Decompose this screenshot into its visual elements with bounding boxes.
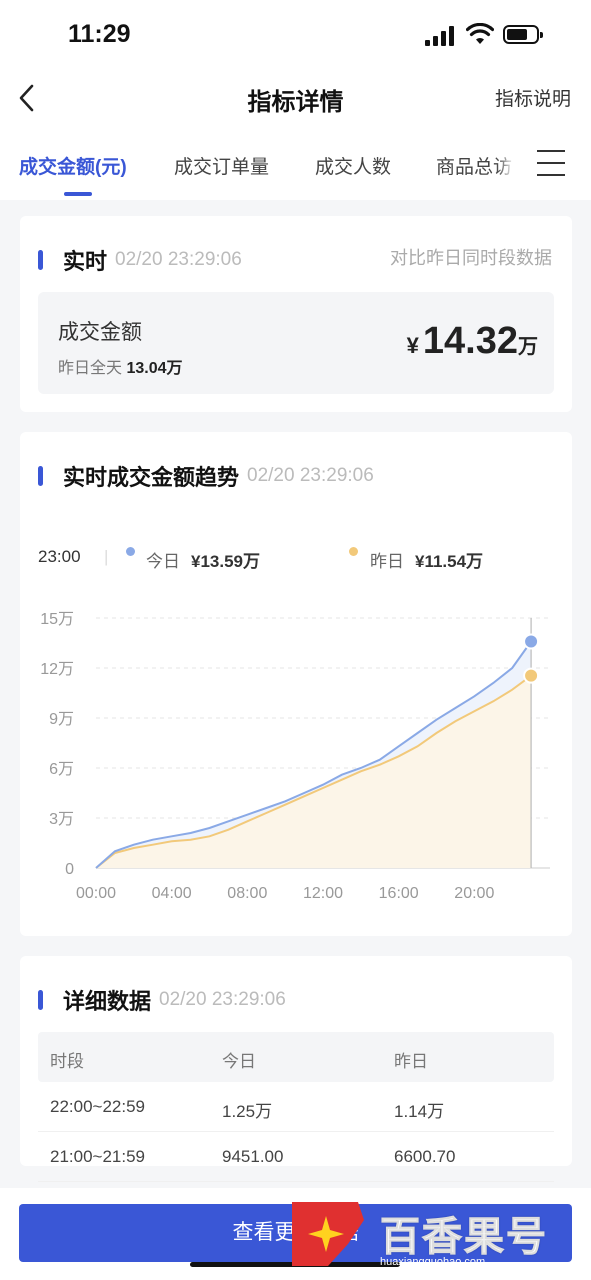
header-today: 今日 bbox=[222, 1052, 256, 1071]
metric-tabs: 成交金额(元) 成交订单量 成交人数 商品总访 bbox=[0, 126, 591, 200]
y-tick-label: 0 bbox=[65, 861, 74, 878]
trend-title: 实时成交金额趋势 bbox=[63, 465, 240, 490]
battery-icon bbox=[503, 25, 543, 44]
y-tick-label: 6万 bbox=[49, 761, 74, 778]
table-row: 22:00~22:59 1.25万 1.14万 bbox=[38, 1082, 554, 1132]
trend-card: 实时成交金额趋势 02/20 23:29:06 23:00 | 今日 ¥13.5… bbox=[20, 432, 572, 936]
x-tick-label: 08:00 bbox=[227, 885, 267, 902]
detail-time: 02/20 23:29:06 bbox=[159, 989, 286, 1010]
detail-card: 详细数据 02/20 23:29:06 时段 今日 昨日 22:00~22:59… bbox=[20, 956, 572, 1182]
realtime-header: 实时 02/20 23:29:06 bbox=[38, 244, 242, 276]
active-tab-indicator bbox=[64, 192, 92, 196]
status-time: 11:29 bbox=[68, 20, 131, 48]
metric-number: 14.32 bbox=[422, 320, 518, 362]
realtime-title: 实时 bbox=[63, 249, 108, 274]
section-marker bbox=[38, 990, 43, 1010]
tab-orders[interactable]: 成交订单量 bbox=[174, 152, 269, 179]
metric-unit: 万 bbox=[518, 336, 538, 358]
x-tick-label: 16:00 bbox=[379, 885, 419, 902]
row-today: 1.25万 bbox=[222, 1102, 273, 1121]
watermark-url: huaxiangguohao.com bbox=[380, 1256, 486, 1268]
compare-label: 对比昨日同时段数据 bbox=[390, 248, 552, 268]
tab-buyers[interactable]: 成交人数 bbox=[315, 152, 391, 179]
status-bar: 11:29 bbox=[0, 0, 591, 70]
y-tick-label: 9万 bbox=[49, 711, 74, 728]
wifi-icon bbox=[466, 23, 494, 44]
header-period: 时段 bbox=[50, 1052, 84, 1071]
tab-amount[interactable]: 成交金额(元) bbox=[19, 152, 127, 179]
today-dot-icon bbox=[126, 547, 135, 556]
watermark-logo-icon bbox=[292, 1202, 364, 1266]
y-tick-label: 3万 bbox=[49, 811, 74, 828]
nav-bar: 指标详情 指标说明 bbox=[0, 70, 591, 126]
detail-header: 详细数据 02/20 23:29:06 bbox=[38, 984, 286, 1016]
row-today: 9451.00 bbox=[222, 1147, 284, 1166]
metric-label: 成交金额 bbox=[58, 321, 142, 344]
metric-yesterday: 昨日全天 13.04万 bbox=[58, 360, 183, 377]
watermark: 百香果号 huaxiangguohao.com bbox=[288, 1198, 578, 1270]
legend-yesterday-label: 昨日 bbox=[370, 552, 404, 571]
watermark-text: 百香果号 bbox=[380, 1215, 548, 1260]
legend-time: 23:00 bbox=[38, 547, 81, 566]
yesterday-dot-icon bbox=[349, 547, 358, 556]
y-tick-label: 15万 bbox=[40, 611, 74, 628]
table-row: 21:00~21:59 9451.00 6600.70 bbox=[38, 1132, 554, 1182]
legend-today-value: ¥13.59万 bbox=[191, 552, 260, 571]
section-marker bbox=[38, 466, 43, 486]
today-end-point bbox=[523, 633, 540, 650]
section-marker bbox=[38, 250, 43, 270]
x-tick-label: 04:00 bbox=[152, 885, 192, 902]
tab-visits[interactable]: 商品总访 bbox=[436, 152, 512, 179]
metric-box: 成交金额 昨日全天 13.04万 ¥14.32万 bbox=[38, 292, 554, 394]
realtime-time: 02/20 23:29:06 bbox=[115, 249, 242, 270]
x-tick-label: 00:00 bbox=[76, 885, 116, 902]
row-period: 22:00~22:59 bbox=[50, 1097, 146, 1116]
metric-value: ¥14.32万 bbox=[407, 320, 538, 363]
legend-divider: | bbox=[104, 547, 109, 566]
metric-yesterday-value: 13.04万 bbox=[126, 360, 183, 377]
menu-icon bbox=[537, 150, 565, 152]
currency-symbol: ¥ bbox=[406, 333, 419, 358]
header-yesterday: 昨日 bbox=[394, 1052, 428, 1071]
legend-yesterday-value: ¥11.54万 bbox=[415, 552, 484, 571]
y-tick-label: 12万 bbox=[40, 661, 74, 678]
legend-today-label: 今日 bbox=[146, 552, 180, 571]
cellular-signal-icon bbox=[425, 26, 457, 46]
metric-explanation-link[interactable]: 指标说明 bbox=[495, 84, 571, 111]
trend-time: 02/20 23:29:06 bbox=[247, 465, 374, 486]
x-tick-label: 20:00 bbox=[454, 885, 494, 902]
tab-menu-button[interactable] bbox=[513, 126, 591, 200]
detail-title: 详细数据 bbox=[63, 989, 152, 1014]
chart-legend: 23:00 | 今日 ¥13.59万 昨日 ¥11.54万 bbox=[38, 547, 568, 571]
table-header: 时段 今日 昨日 bbox=[38, 1032, 554, 1082]
trend-header: 实时成交金额趋势 02/20 23:29:06 bbox=[38, 460, 374, 492]
trend-chart: 0 3万 6万 9万 12万 15万 00:00 04:00 08:00 12:00 16:00 20… bbox=[40, 611, 550, 902]
row-yesterday: 6600.70 bbox=[394, 1147, 456, 1166]
row-period: 21:00~21:59 bbox=[50, 1147, 146, 1166]
yesterday-end-point bbox=[523, 667, 540, 684]
realtime-card: 实时 02/20 23:29:06 对比昨日同时段数据 成交金额 昨日全天 13… bbox=[20, 216, 572, 412]
row-yesterday: 1.14万 bbox=[394, 1102, 445, 1121]
x-tick-label: 12:00 bbox=[303, 885, 343, 902]
